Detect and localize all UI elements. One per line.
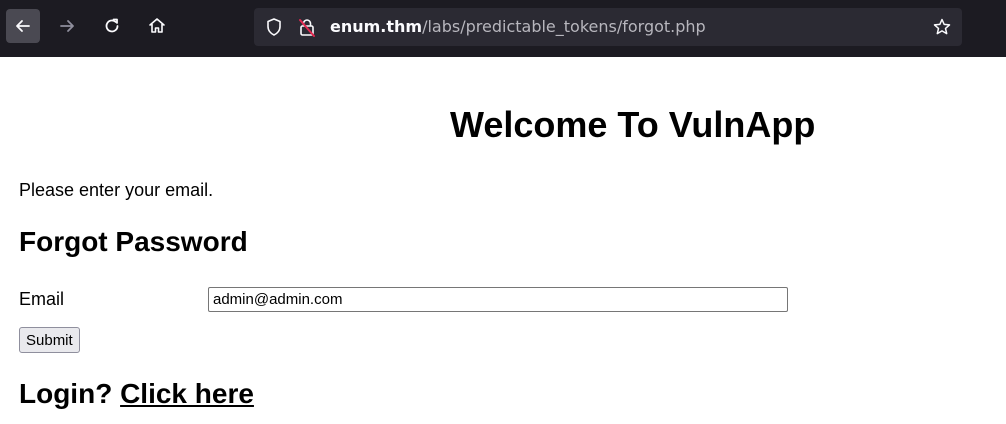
reload-icon xyxy=(105,18,119,33)
submit-button[interactable]: Submit xyxy=(19,327,80,353)
shield-icon[interactable] xyxy=(264,17,284,37)
back-arrow-icon xyxy=(16,20,30,32)
forward-arrow-icon xyxy=(60,20,74,32)
back-button[interactable] xyxy=(6,9,40,43)
email-label: Email xyxy=(19,289,65,309)
forward-button[interactable] xyxy=(50,9,84,43)
insecure-lock-icon[interactable] xyxy=(296,16,318,38)
browser-toolbar: enum.thm/labs/predictable_tokens/forgot.… xyxy=(0,0,1006,57)
form-heading: Forgot Password xyxy=(19,226,248,257)
login-link[interactable]: Click here xyxy=(120,378,254,409)
url-path: /labs/predictable_tokens/forgot.php xyxy=(422,17,706,36)
email-field[interactable] xyxy=(208,287,788,312)
url-bar[interactable]: enum.thm/labs/predictable_tokens/forgot.… xyxy=(254,8,962,46)
url-host: enum.thm xyxy=(330,17,423,36)
page-title: Welcome To VulnApp xyxy=(450,104,816,145)
url-text[interactable]: enum.thm/labs/predictable_tokens/forgot.… xyxy=(330,17,706,36)
home-button[interactable] xyxy=(140,9,174,43)
home-icon xyxy=(149,18,165,33)
instruction-text: Please enter your email. xyxy=(19,180,214,200)
bookmark-star-icon[interactable] xyxy=(932,17,952,37)
login-prompt-text: Login? xyxy=(19,378,113,409)
login-prompt: Login? Click here xyxy=(19,378,254,410)
reload-button[interactable] xyxy=(95,9,129,43)
